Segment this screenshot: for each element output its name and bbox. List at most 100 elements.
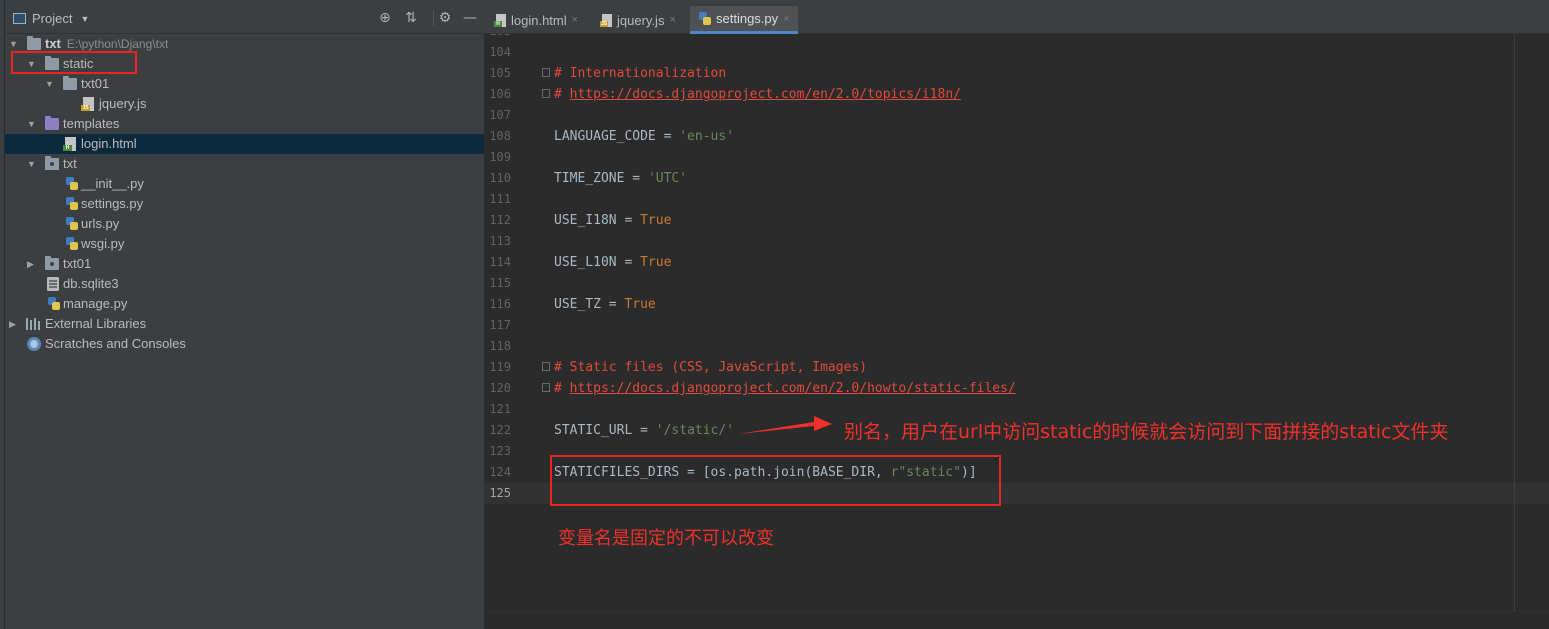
tree-item-label: login.html bbox=[81, 136, 137, 151]
code-line: 112 USE_I18N = True bbox=[484, 210, 1549, 231]
code-line: 115 bbox=[484, 273, 1549, 294]
chevron-right-icon[interactable]: ▶ bbox=[9, 314, 16, 334]
html-file-icon: H bbox=[63, 137, 76, 151]
tab-label: jquery.js bbox=[617, 12, 665, 28]
fold-marker-icon[interactable] bbox=[542, 68, 550, 77]
doc-link[interactable]: https://docs.djangoproject.com/en/2.0/ho… bbox=[570, 381, 1016, 396]
tree-item-txt-package[interactable]: ▼ txt bbox=[5, 154, 484, 174]
chevron-down-icon: ▼ bbox=[80, 13, 90, 24]
project-path: E:\python\Djang\txt bbox=[66, 37, 169, 51]
line-number: 122 bbox=[489, 423, 511, 437]
static-folder-highlight bbox=[11, 51, 137, 74]
line-number: 104 bbox=[489, 45, 511, 59]
line-number: 121 bbox=[489, 402, 511, 416]
package-folder-icon bbox=[45, 256, 59, 270]
editor-tabs: H login.html × JS jquery.js × settings.p… bbox=[484, 0, 1549, 34]
tab-label: login.html bbox=[511, 12, 567, 28]
tree-item-init-py[interactable]: __init__.py bbox=[5, 174, 484, 194]
code-line: 114 USE_L10N = True bbox=[484, 252, 1549, 273]
python-file-icon bbox=[65, 177, 78, 191]
tree-item-manage-py[interactable]: manage.py bbox=[5, 294, 484, 314]
tree-item-db-sqlite3[interactable]: db.sqlite3 bbox=[5, 274, 484, 294]
gear-icon[interactable]: ⚙ bbox=[437, 10, 453, 26]
arrow-shape bbox=[738, 416, 832, 434]
tree-item-label: Scratches and Consoles bbox=[45, 336, 186, 351]
annotation-alias-note: 别名，用户在url中访问static的时候就会访问到下面拼接的static文件夹 bbox=[844, 421, 1449, 443]
tree-item-label: jquery.js bbox=[99, 96, 147, 111]
line-number: 106 bbox=[489, 87, 511, 101]
close-icon[interactable]: × bbox=[669, 14, 675, 26]
tree-item-label: txt01 bbox=[81, 76, 110, 91]
python-file-icon bbox=[65, 217, 78, 231]
project-panel: Project ▼ ⊕ ⇅ ⚙ — ▼ txt E:\python\Djang\t… bbox=[5, 0, 484, 629]
code-line: 113 bbox=[484, 231, 1549, 252]
chevron-down-icon[interactable]: ▼ bbox=[27, 154, 36, 174]
fold-marker-icon[interactable] bbox=[542, 383, 550, 392]
editor-area: H login.html × JS jquery.js × settings.p… bbox=[484, 0, 1549, 629]
chevron-right-icon[interactable]: ▶ bbox=[27, 254, 34, 274]
annotation-arrow bbox=[738, 416, 832, 434]
tree-item-label: txt01 bbox=[63, 256, 92, 271]
js-file-icon: JS bbox=[81, 97, 94, 111]
comment-text: # https://docs.djangoproject.com/en/2.0/… bbox=[554, 381, 1016, 396]
code-line: 109 bbox=[484, 147, 1549, 168]
locate-target-icon[interactable]: ⊕ bbox=[377, 10, 393, 26]
minimize-icon[interactable]: — bbox=[462, 10, 478, 26]
line-number: 113 bbox=[489, 234, 511, 248]
line-number: 111 bbox=[489, 192, 511, 206]
close-icon[interactable]: × bbox=[783, 13, 789, 25]
tree-item-wsgi-py[interactable]: wsgi.py bbox=[5, 234, 484, 254]
code-line: 103 bbox=[484, 34, 1549, 42]
chevron-down-icon[interactable]: ▼ bbox=[27, 114, 36, 134]
js-file-icon: JS bbox=[600, 13, 612, 27]
tab-login-html[interactable]: H login.html × bbox=[488, 6, 586, 34]
comment-text: # Internationalization bbox=[554, 66, 727, 81]
tab-settings-py[interactable]: settings.py × bbox=[690, 6, 798, 34]
code-line: 120 # https://docs.djangoproject.com/en/… bbox=[484, 378, 1549, 399]
tree-item-templates[interactable]: ▼ templates bbox=[5, 114, 484, 134]
doc-link[interactable]: https://docs.djangoproject.com/en/2.0/to… bbox=[570, 87, 961, 102]
code-text: STATIC_URL = '/static/' bbox=[554, 423, 735, 438]
database-file-icon bbox=[47, 277, 59, 291]
html-file-icon: H bbox=[494, 13, 506, 27]
staticfiles-dirs-highlight bbox=[550, 455, 1001, 506]
python-file-icon bbox=[65, 237, 78, 251]
fold-marker-icon[interactable] bbox=[542, 89, 550, 98]
line-number: 116 bbox=[489, 297, 511, 311]
tree-item-scratches[interactable]: Scratches and Consoles bbox=[5, 334, 484, 354]
collapse-all-icon[interactable]: ⇅ bbox=[403, 10, 419, 26]
template-folder-icon bbox=[45, 116, 59, 130]
tree-item-txt01-static[interactable]: ▼ txt01 bbox=[5, 74, 484, 94]
project-tree: ▼ txt E:\python\Djang\txt ▼ static ▼ txt0… bbox=[5, 34, 484, 354]
project-window-icon bbox=[13, 13, 26, 24]
line-number: 110 bbox=[489, 171, 511, 185]
python-file-icon bbox=[65, 197, 78, 211]
close-icon[interactable]: × bbox=[572, 14, 578, 26]
code-text: USE_L10N = True bbox=[554, 255, 672, 270]
comment-text: # https://docs.djangoproject.com/en/2.0/… bbox=[554, 87, 961, 102]
project-title: Project bbox=[32, 11, 73, 26]
tab-jquery-js[interactable]: JS jquery.js × bbox=[594, 6, 684, 34]
tree-item-txt01-package[interactable]: ▶ txt01 bbox=[5, 254, 484, 274]
line-number: 103 bbox=[484, 34, 511, 42]
tree-item-external-libraries[interactable]: ▶ External Libraries bbox=[5, 314, 484, 334]
tree-item-urls-py[interactable]: urls.py bbox=[5, 214, 484, 234]
tree-item-label: settings.py bbox=[81, 196, 144, 211]
tree-item-label: templates bbox=[63, 116, 120, 131]
project-view-selector[interactable]: Project ▼ bbox=[13, 11, 89, 26]
code-text: TIME_ZONE = 'UTC' bbox=[554, 171, 688, 186]
tree-item-login-html[interactable]: H login.html bbox=[5, 134, 484, 154]
tree-item-label: manage.py bbox=[63, 296, 128, 311]
code-text: USE_I18N = True bbox=[554, 213, 672, 228]
line-number: 117 bbox=[489, 318, 511, 332]
comment-text: # Static files (CSS, JavaScript, Images) bbox=[554, 360, 868, 375]
tree-item-jquery-js[interactable]: JS jquery.js bbox=[5, 94, 484, 114]
tree-item-settings-py[interactable]: settings.py bbox=[5, 194, 484, 214]
tab-label: settings.py bbox=[716, 11, 779, 26]
code-line: 106 # https://docs.djangoproject.com/en/… bbox=[484, 84, 1549, 105]
chevron-down-icon[interactable]: ▼ bbox=[45, 74, 54, 94]
fold-marker-icon[interactable] bbox=[542, 362, 550, 371]
horizontal-scrollbar[interactable] bbox=[484, 611, 1549, 629]
line-number: 109 bbox=[489, 150, 511, 164]
tree-item-label: wsgi.py bbox=[81, 236, 125, 251]
